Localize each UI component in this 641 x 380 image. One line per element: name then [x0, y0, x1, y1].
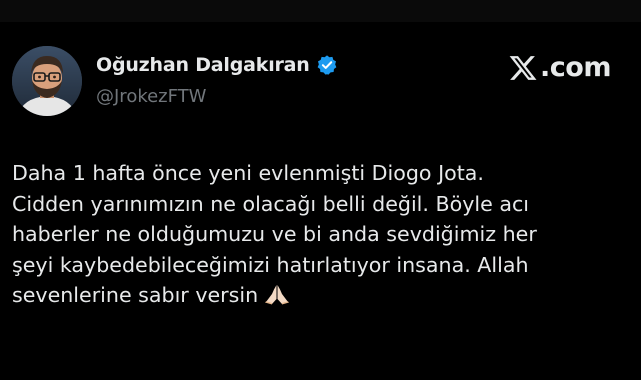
- x-logo-icon: [508, 53, 538, 83]
- avatar-image: [12, 46, 82, 116]
- tweet-line: şeyi kaybedebileceğimizi hatırlatıyor in…: [12, 252, 529, 277]
- tweet-text: Daha 1 hafta önce yeni evlenmişti Diogo …: [12, 158, 632, 311]
- author-handle[interactable]: @JrokezFTW: [96, 86, 206, 107]
- avatar[interactable]: [12, 46, 82, 116]
- verified-badge-icon: [316, 54, 338, 76]
- x-brand: .com: [508, 52, 611, 83]
- tweet-line: Cidden yarınımızın ne olacağı belli deği…: [12, 191, 530, 216]
- tweet-line: Daha 1 hafta önce yeni evlenmişti Diogo …: [12, 161, 484, 185]
- author-display-name[interactable]: Oğuzhan Dalgakıran: [96, 54, 310, 76]
- brand-label: .com: [540, 52, 611, 83]
- top-band: [0, 0, 641, 22]
- tweet-card: Oğuzhan Dalgakıran @JrokezFTW .com Daha …: [0, 28, 641, 380]
- tweet-line: haberler ne olduğumuzu ve bi anda sevdiğ…: [12, 222, 537, 246]
- tweet-line: sevenlerine sabır versin: [12, 283, 259, 307]
- author-name-row[interactable]: Oğuzhan Dalgakıran: [96, 54, 338, 76]
- tweet-last-line: sevenlerine sabır versin: [12, 280, 632, 311]
- praying-hands-icon: [264, 283, 290, 305]
